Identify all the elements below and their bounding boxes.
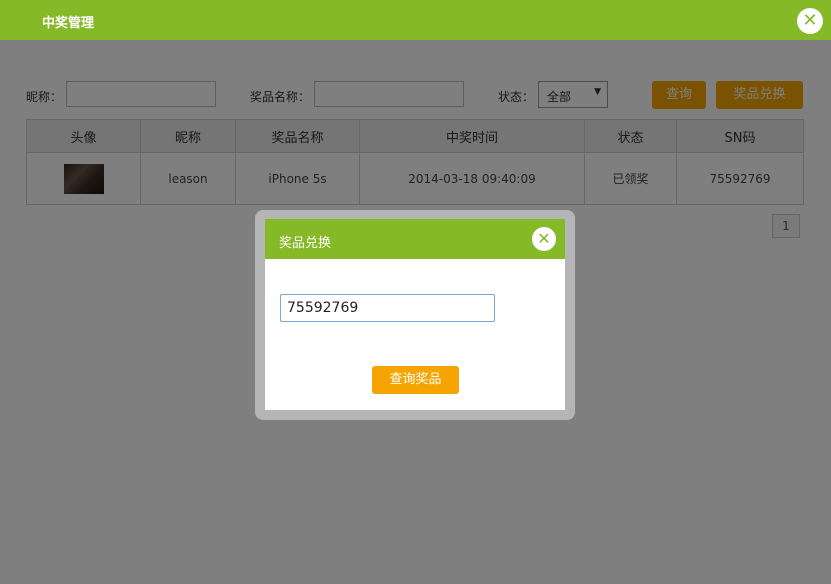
close-icon: ✕: [802, 10, 818, 31]
query-prize-button[interactable]: 查询奖品: [372, 366, 459, 394]
sn-code-input[interactable]: 75592769: [280, 294, 495, 322]
window-close-button[interactable]: ✕: [797, 8, 823, 34]
dialog-close-button[interactable]: ✕: [532, 227, 556, 251]
window-titlebar: 中奖管理 ✕: [0, 0, 831, 40]
prize-exchange-dialog: 奖品兑换 ✕ 75592769 查询奖品: [265, 219, 565, 410]
close-icon: ✕: [537, 229, 551, 248]
dialog-header: 奖品兑换 ✕: [265, 219, 565, 259]
dialog-title: 奖品兑换: [279, 236, 332, 251]
window-title: 中奖管理: [42, 16, 95, 31]
